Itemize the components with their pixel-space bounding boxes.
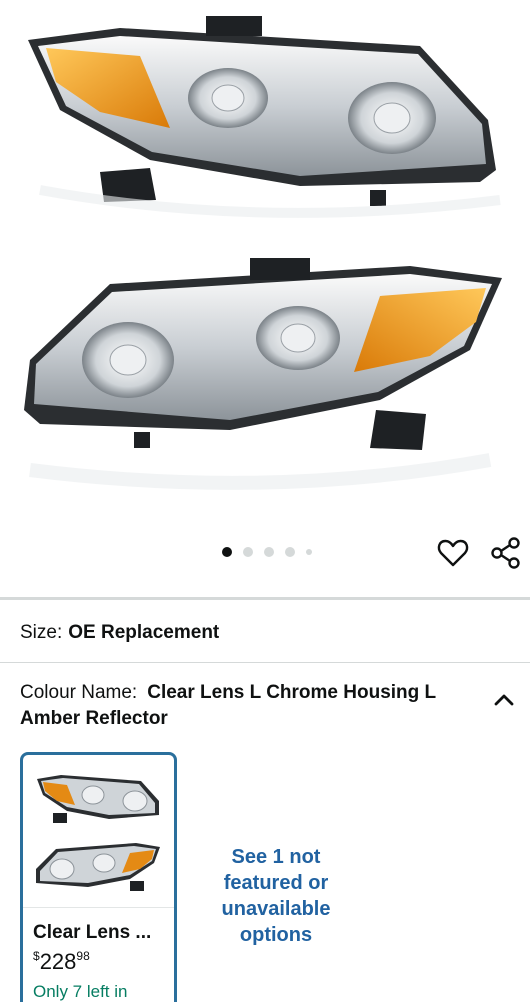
see-unavailable-options-link[interactable]: See 1 not featured or unavailable option…: [204, 844, 348, 948]
colour-selector: Colour Name: Clear Lens L Chrome Housing …: [20, 680, 480, 732]
swatch-price: $22898: [33, 949, 90, 975]
carousel-dot[interactable]: [222, 547, 232, 557]
size-selector[interactable]: Size: OE Replacement: [20, 621, 219, 645]
chevron-up-icon[interactable]: [488, 684, 520, 716]
carousel-dot[interactable]: [285, 547, 295, 557]
size-value: OE Replacement: [68, 622, 220, 643]
carousel-dot[interactable]: [306, 549, 312, 555]
swatch-name: Clear Lens ...: [33, 922, 152, 943]
swatch-thumbnail: [23, 755, 174, 907]
share-icon[interactable]: [489, 536, 523, 570]
section-divider: [0, 597, 530, 600]
product-image[interactable]: [0, 0, 530, 520]
headlight-bottom: [24, 258, 502, 490]
price-symbol: $: [33, 949, 40, 963]
swatch-divider: [23, 907, 174, 908]
carousel-dot[interactable]: [264, 547, 274, 557]
size-label: Size:: [20, 622, 63, 643]
section-divider: [0, 662, 530, 663]
stock-status: Only 7 left in: [33, 982, 128, 1001]
heart-icon[interactable]: [436, 536, 470, 570]
carousel-pager[interactable]: [222, 546, 312, 558]
colour-swatch-option[interactable]: Clear Lens ... $22898 Only 7 left in: [20, 752, 177, 1002]
carousel-dot[interactable]: [243, 547, 253, 557]
price-fraction: 98: [76, 949, 90, 963]
headlight-top: [28, 16, 501, 218]
price-whole: 228: [39, 949, 77, 974]
colour-label: Colour Name:: [20, 682, 138, 703]
